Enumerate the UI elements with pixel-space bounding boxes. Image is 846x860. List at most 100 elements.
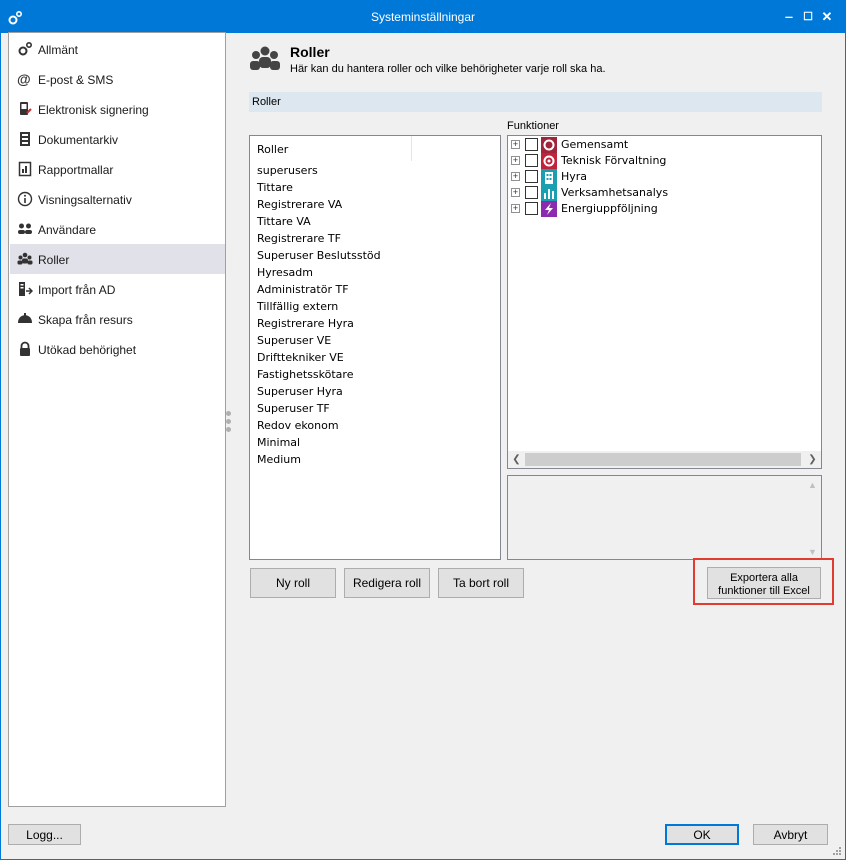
function-checkbox[interactable] [525, 170, 538, 183]
document-archive-icon [20, 132, 30, 146]
sidebar-item-label: Dokumentarkiv [38, 133, 119, 147]
expand-icon[interactable]: + [511, 188, 520, 197]
expand-icon[interactable]: + [511, 172, 520, 181]
energy-icon [541, 201, 557, 217]
function-checkbox[interactable] [525, 154, 538, 167]
sidebar-item-label: Användare [38, 223, 97, 237]
role-list-item[interactable]: Hyresadm [257, 266, 313, 279]
analysis-icon [541, 185, 557, 201]
function-description-box[interactable]: ▲ ▼ [507, 475, 822, 560]
new-role-button[interactable]: Ny roll [250, 568, 336, 598]
minimize-button[interactable]: ‒ [779, 7, 799, 27]
maximize-button[interactable]: ☐ [798, 7, 818, 27]
sidebar-item-epost-sms[interactable]: @ E-post & SMS [10, 64, 225, 94]
role-list-item[interactable]: Tillfällig extern [257, 300, 338, 313]
role-list-item[interactable]: Superuser TF [257, 402, 330, 415]
role-list-item[interactable]: Registrerare VA [257, 198, 342, 211]
functions-label: Funktioner [507, 120, 559, 132]
tree-node-gemensamt[interactable]: + Gemensamt [508, 137, 808, 153]
create-from-resource-icon [18, 313, 32, 323]
tree-node-energiuppfoljning[interactable]: + Energiuppföljning [508, 201, 808, 217]
settings-window: Systeminställningar ‒ ☐ ✕ Allmänt @ E-po… [0, 0, 846, 860]
sidebar-item-dokumentarkiv[interactable]: Dokumentarkiv [10, 124, 225, 154]
expand-icon[interactable]: + [511, 156, 520, 165]
tree-node-label: Energiuppföljning [561, 202, 658, 215]
signature-device-icon [20, 102, 32, 115]
title-bar[interactable]: Systeminställningar ‒ ☐ ✕ [1, 1, 845, 33]
section-label: Roller [252, 96, 281, 108]
tree-node-teknisk-forvaltning[interactable]: + Teknisk Förvaltning [508, 153, 808, 169]
role-list-item[interactable]: Redov ekonom [257, 419, 339, 432]
sidebar-item-utokad-behorighet[interactable]: Utökad behörighet [10, 334, 225, 364]
role-list-item[interactable]: Minimal [257, 436, 300, 449]
cancel-button[interactable]: Avbryt [753, 824, 828, 845]
vertical-scrollbar[interactable]: ▲ ▼ [804, 476, 821, 559]
export-to-excel-button[interactable]: Exportera alla funktioner till Excel [707, 567, 821, 599]
role-list-item[interactable]: Administratör TF [257, 283, 349, 296]
sidebar-item-label: Elektronisk signering [38, 103, 149, 117]
sidebar-item-label: Roller [38, 253, 70, 267]
role-list-item[interactable]: Superuser VE [257, 334, 331, 347]
scrollbar-thumb[interactable] [525, 453, 801, 466]
building-icon [541, 169, 557, 185]
sidebar-item-label: E-post & SMS [38, 73, 114, 87]
import-ad-icon [19, 282, 33, 296]
scroll-right-icon[interactable]: ❯ [804, 452, 821, 467]
roles-listview[interactable]: Roller superusers Tittare Registrerare V… [249, 135, 501, 560]
role-list-item[interactable]: Medium [257, 453, 301, 466]
role-list-item[interactable]: Registrerare TF [257, 232, 341, 245]
technical-management-icon [541, 153, 557, 169]
export-label-line2: funktioner till Excel [718, 584, 810, 597]
tree-node-hyra[interactable]: + Hyra [508, 169, 808, 185]
info-icon [17, 191, 33, 207]
role-list-item[interactable]: Tittare [257, 181, 293, 194]
functions-treeview[interactable]: + Gemensamt + Teknisk Förvaltning + Hyra… [507, 135, 822, 469]
sidebar-item-rapportmallar[interactable]: Rapportmallar [10, 154, 225, 184]
sidebar-item-allmant[interactable]: Allmänt [10, 34, 225, 64]
splitter-handle[interactable] [226, 409, 232, 439]
edit-role-button[interactable]: Redigera roll [344, 568, 430, 598]
users-icon [18, 223, 32, 234]
window-title: Systeminställningar [370, 10, 476, 24]
function-checkbox[interactable] [525, 202, 538, 215]
role-list-item[interactable]: superusers [257, 164, 318, 177]
function-checkbox[interactable] [525, 138, 538, 151]
role-list-item[interactable]: Superuser Beslutsstöd [257, 249, 381, 262]
scroll-up-icon[interactable]: ▲ [804, 480, 821, 490]
role-list-item[interactable]: Drifttekniker VE [257, 351, 344, 364]
role-list-item[interactable]: Superuser Hyra [257, 385, 343, 398]
delete-role-button[interactable]: Ta bort roll [438, 568, 524, 598]
sidebar-item-anvandare[interactable]: Användare [10, 214, 225, 244]
sidebar-item-elektronisk-signering[interactable]: Elektronisk signering [10, 94, 225, 124]
sidebar-item-label: Import från AD [38, 283, 116, 297]
role-list-item[interactable]: Registrerare Hyra [257, 317, 354, 330]
scroll-left-icon[interactable]: ❮ [508, 452, 525, 467]
sidebar-item-roller[interactable]: Roller [10, 244, 225, 274]
role-list-item[interactable]: Tittare VA [257, 215, 311, 228]
horizontal-scrollbar[interactable]: ❮ ❯ [508, 451, 821, 468]
sidebar-item-label: Utökad behörighet [38, 343, 137, 357]
expand-icon[interactable]: + [511, 140, 520, 149]
sidebar-item-import-fran-ad[interactable]: Import från AD [10, 274, 225, 304]
tree-node-label: Verksamhetsanalys [561, 186, 669, 199]
function-checkbox[interactable] [525, 186, 538, 199]
gears-icon [18, 41, 33, 56]
tree-node-verksamhetsanalys[interactable]: + Verksamhetsanalys [508, 185, 808, 201]
roles-column-header[interactable]: Roller [250, 136, 412, 161]
tree-node-label: Gemensamt [561, 138, 629, 151]
ok-button[interactable]: OK [665, 824, 739, 845]
sidebar-item-label: Skapa från resurs [38, 313, 133, 327]
resize-grip[interactable] [831, 845, 841, 855]
log-button[interactable]: Logg... [8, 824, 81, 845]
scroll-down-icon[interactable]: ▼ [804, 547, 821, 557]
page-title: Roller [290, 44, 330, 60]
export-label-line1: Exportera alla [730, 571, 798, 584]
expand-icon[interactable]: + [511, 204, 520, 213]
sidebar-item-visningsalternativ[interactable]: Visningsalternativ [10, 184, 225, 214]
sidebar-item-skapa-fran-resurs[interactable]: Skapa från resurs [10, 304, 225, 334]
role-list-item[interactable]: Fastighetsskötare [257, 368, 353, 381]
at-sign-icon: @ [17, 71, 31, 87]
close-button[interactable]: ✕ [817, 7, 837, 27]
sidebar-item-label: Rapportmallar [38, 163, 114, 177]
roles-header-icon [250, 46, 280, 70]
